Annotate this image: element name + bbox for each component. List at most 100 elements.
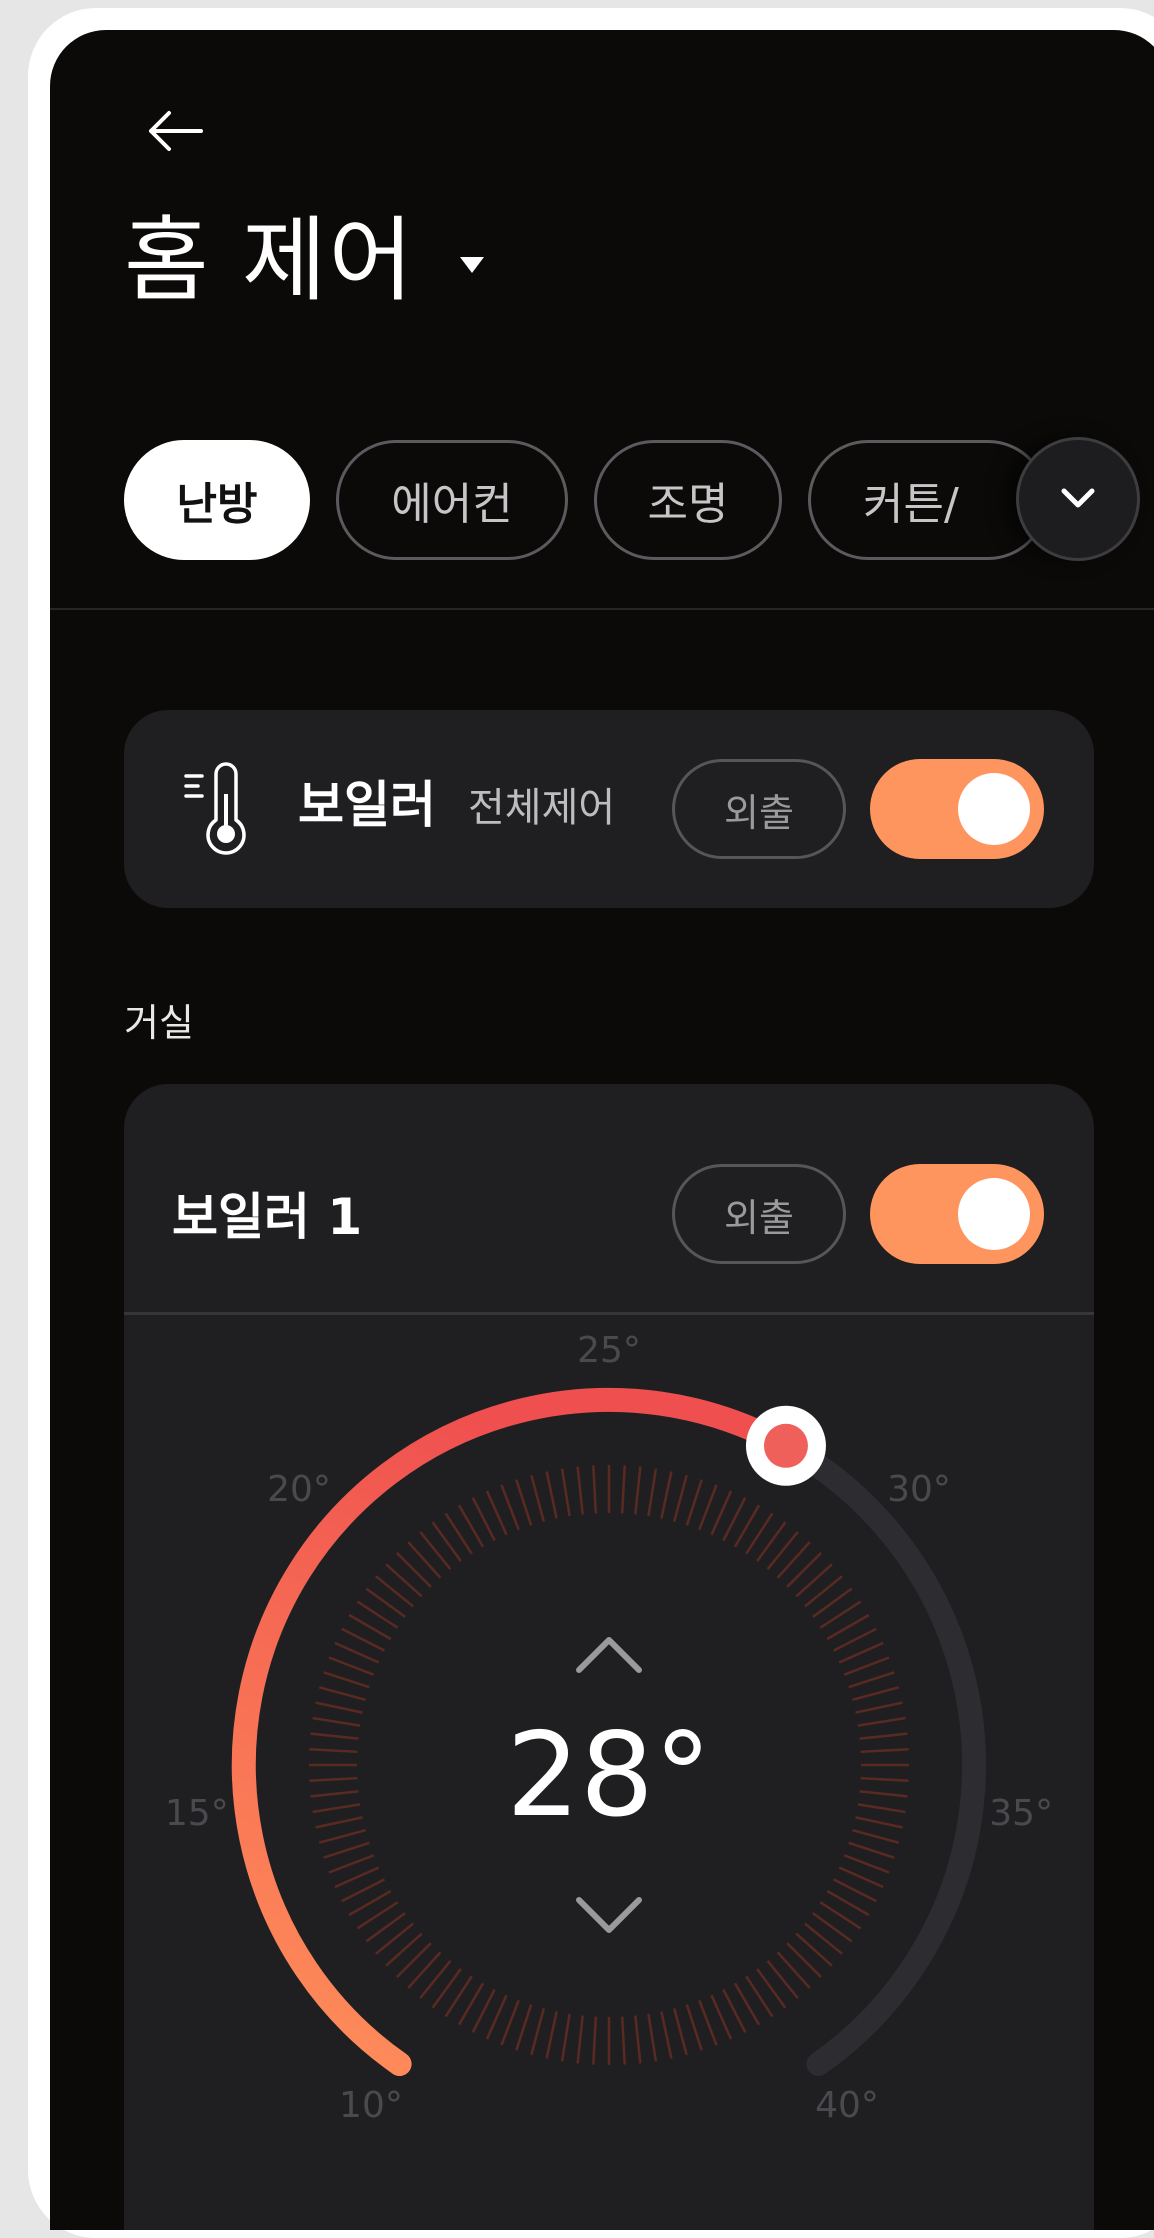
tab-lighting[interactable]: 조명 bbox=[594, 440, 782, 560]
dial-tick bbox=[852, 1829, 900, 1844]
dial-tick bbox=[592, 2016, 598, 2065]
room-label: 거실 bbox=[124, 1001, 194, 1045]
dial-tick bbox=[328, 1854, 375, 1874]
dial-tick bbox=[419, 1960, 452, 1999]
dial-tick bbox=[315, 1816, 363, 1829]
master-power-toggle[interactable] bbox=[870, 759, 1044, 859]
dial-tick bbox=[312, 1716, 361, 1727]
dial-scale-label: 10° bbox=[339, 2085, 403, 2126]
dial-tick bbox=[786, 1942, 823, 1979]
dial-tick bbox=[698, 1484, 718, 1531]
dial-tick bbox=[500, 1484, 520, 1531]
master-away-button[interactable]: 외출 bbox=[672, 759, 846, 859]
dial-tick bbox=[766, 1960, 799, 1999]
back-button[interactable] bbox=[130, 96, 220, 166]
dial-tick bbox=[710, 1490, 733, 1536]
dial-tick bbox=[334, 1641, 380, 1664]
dial-tick bbox=[843, 1854, 890, 1874]
home-selector[interactable]: 홈 제어 bbox=[124, 215, 485, 307]
dial-scale-label: 15° bbox=[165, 1793, 229, 1834]
dial-tick bbox=[848, 1671, 895, 1689]
dial-tick bbox=[309, 1776, 358, 1782]
dial-tick bbox=[515, 2004, 533, 2051]
thermometer-icon bbox=[184, 762, 246, 855]
dial-tick bbox=[857, 1716, 906, 1727]
dial-tick bbox=[530, 1474, 545, 1522]
tab-aircon[interactable]: 에어컨 bbox=[336, 440, 568, 560]
dial-tick bbox=[838, 1641, 884, 1664]
dial-tick bbox=[698, 1999, 718, 2046]
dial-tick bbox=[673, 2008, 688, 2056]
dial-tick bbox=[328, 1656, 375, 1676]
boiler-name: 보일러 1 bbox=[172, 1188, 363, 1246]
dial-tick bbox=[786, 1551, 823, 1588]
dial-tick bbox=[685, 1479, 703, 1526]
dial-tick bbox=[647, 1468, 658, 1517]
dial-tick bbox=[530, 2008, 545, 2056]
dial-handle[interactable] bbox=[745, 1405, 826, 1486]
dial-tick bbox=[318, 1829, 366, 1844]
dial-tick bbox=[804, 1575, 843, 1608]
caret-down-icon bbox=[460, 257, 485, 273]
dial-tick bbox=[710, 1994, 733, 2040]
dial-tick bbox=[485, 1490, 508, 1536]
dial-tick bbox=[560, 2013, 571, 2062]
dial-tick bbox=[545, 2011, 558, 2059]
dial-tick bbox=[485, 1994, 508, 2040]
dial-tick bbox=[312, 1803, 361, 1814]
tabs-divider bbox=[50, 608, 1154, 610]
dial-tick bbox=[660, 2011, 673, 2059]
tab-heating[interactable]: 난방 bbox=[124, 440, 310, 560]
dial-scale-label: 40° bbox=[815, 2085, 879, 2126]
dial-tick bbox=[859, 1790, 908, 1798]
dial-tick bbox=[375, 1575, 414, 1608]
dial-tick bbox=[560, 1468, 571, 1517]
boiler-power-toggle[interactable] bbox=[870, 1164, 1044, 1264]
dial-tick bbox=[592, 1465, 598, 1514]
dial-tick bbox=[334, 1866, 380, 1889]
dial-tick bbox=[660, 1471, 673, 1519]
more-tabs-button[interactable] bbox=[1016, 437, 1140, 561]
dial-tick bbox=[310, 1790, 359, 1798]
tab-curtain[interactable]: 커튼/ bbox=[808, 440, 1048, 560]
page-title: 홈 제어 bbox=[124, 207, 416, 314]
dial-tick bbox=[576, 1466, 584, 1515]
dial-tick bbox=[407, 1951, 442, 1989]
dial-tick bbox=[647, 2013, 658, 2062]
dial-tick bbox=[309, 1748, 358, 1754]
temperature-dial[interactable]: 10° 15° 20° 25° 30° 35° 40° 28° bbox=[124, 1315, 1094, 2230]
dial-scale-label: 20° bbox=[267, 1469, 331, 1510]
dial-tick bbox=[848, 1841, 895, 1859]
dial-tick bbox=[776, 1951, 811, 1989]
app-screen: 홈 제어 난방 에어컨 조명 커튼/ 보일러 전체제어 외출 거실 보일러 1 … bbox=[50, 30, 1154, 2230]
dial-tick bbox=[545, 1471, 558, 1519]
dial-tick bbox=[766, 1531, 799, 1570]
dial-tick bbox=[620, 2016, 626, 2065]
category-tabs: 난방 에어컨 조명 커튼/ bbox=[124, 437, 1154, 563]
dial-tick bbox=[407, 1541, 442, 1579]
current-temperature: 28° bbox=[506, 1708, 712, 1843]
dial-tick bbox=[395, 1551, 432, 1588]
boiler-1-card: 보일러 1 외출 10° 15° 20° 25° 30° 35° 40° 28° bbox=[124, 1084, 1094, 2230]
dial-scale-label: 30° bbox=[887, 1469, 951, 1510]
dial-tick bbox=[838, 1866, 884, 1889]
dial-tick bbox=[860, 1776, 909, 1782]
dial-tick bbox=[385, 1932, 423, 1967]
dial-tick bbox=[323, 1671, 370, 1689]
dial-tick bbox=[852, 1686, 900, 1701]
dial-tick bbox=[855, 1701, 903, 1714]
boiler-away-button[interactable]: 외출 bbox=[672, 1164, 846, 1264]
dial-tick bbox=[576, 2015, 584, 2064]
temp-up-button[interactable] bbox=[564, 1615, 654, 1685]
chevron-down-icon bbox=[1061, 488, 1095, 508]
temp-down-button[interactable] bbox=[564, 1875, 654, 1945]
boiler-master-card: 보일러 전체제어 외출 bbox=[124, 710, 1094, 908]
dial-tick bbox=[515, 1479, 533, 1526]
dial-tick bbox=[634, 2015, 642, 2064]
dial-tick bbox=[776, 1541, 811, 1579]
dial-scale-label: 35° bbox=[989, 1793, 1053, 1834]
dial-tick bbox=[318, 1686, 366, 1701]
dial-tick bbox=[855, 1816, 903, 1829]
dial-tick bbox=[323, 1841, 370, 1859]
toggle-knob bbox=[958, 1178, 1030, 1250]
